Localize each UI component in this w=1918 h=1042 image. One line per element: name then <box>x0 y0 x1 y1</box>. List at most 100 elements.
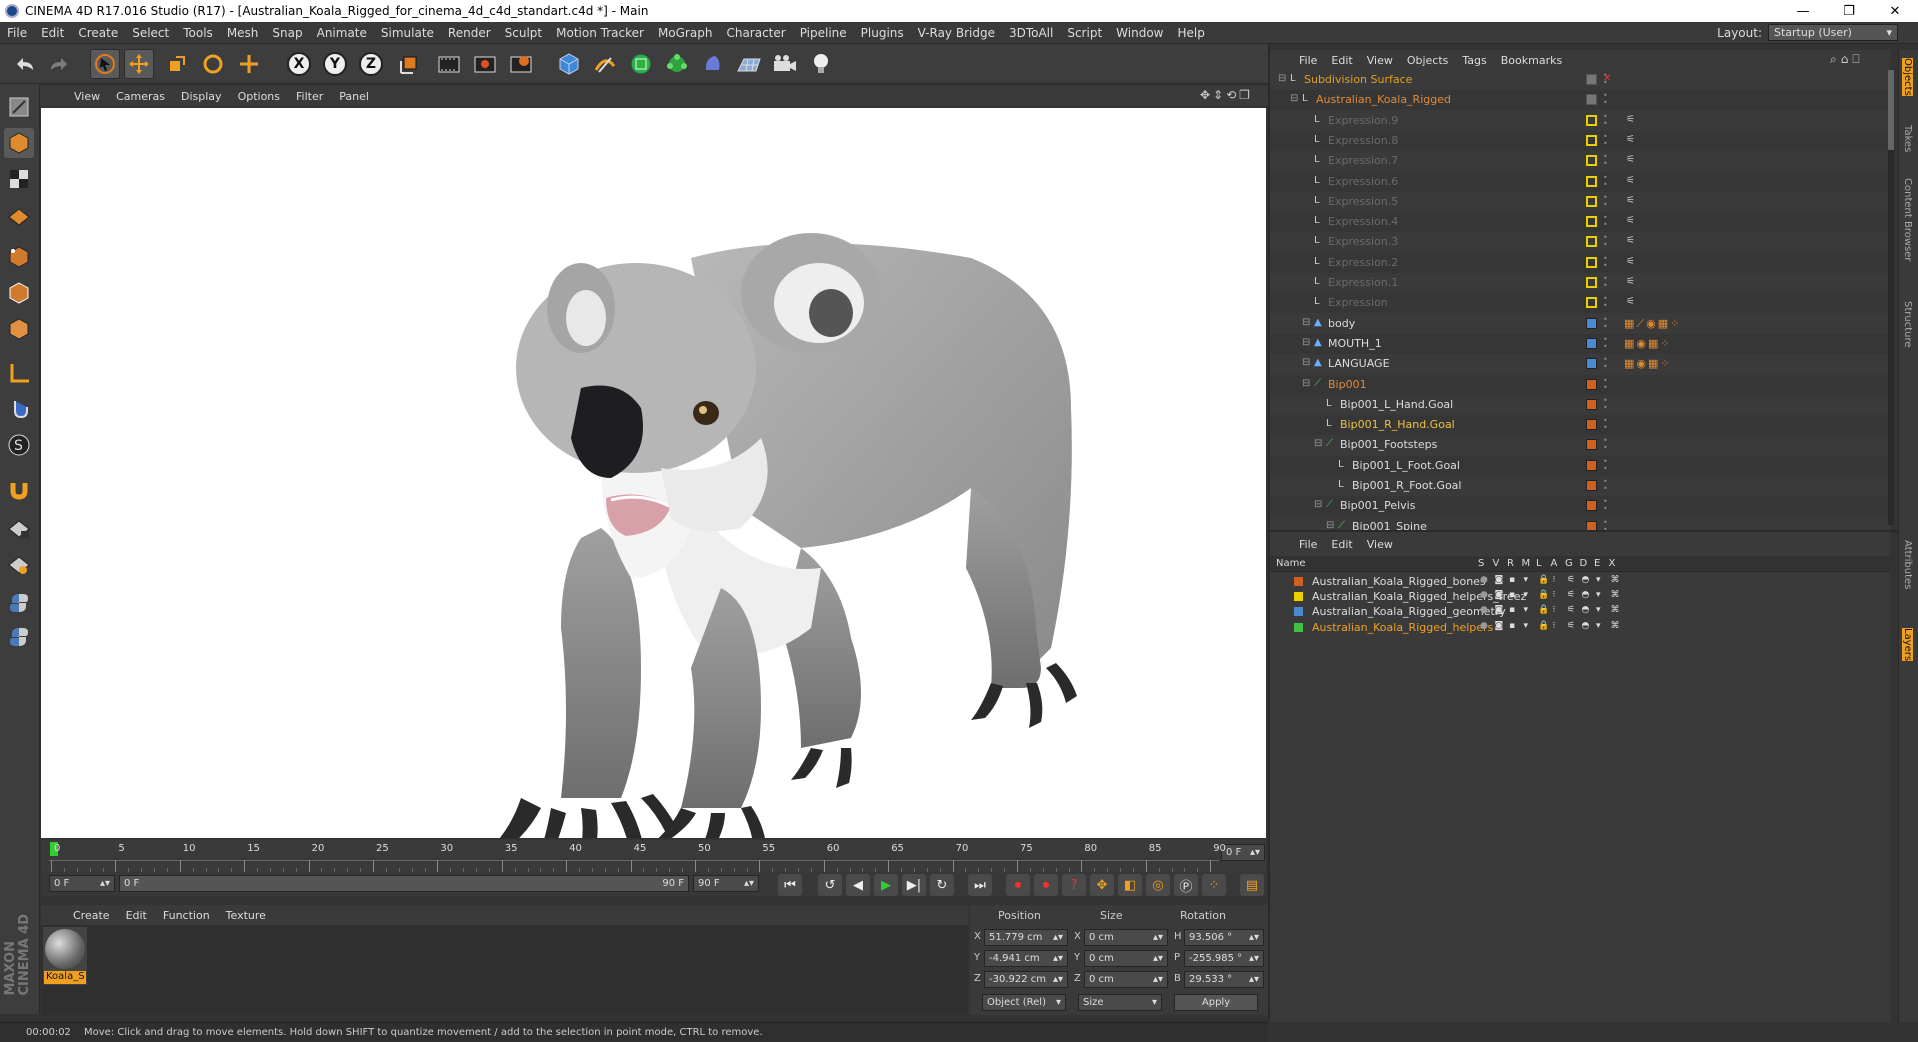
object-row[interactable]: L Expression.7 • • ⚟ <box>1270 151 1890 171</box>
expand-toggle-icon[interactable]: ⊟ <box>1314 499 1322 510</box>
visibility-dots-icon[interactable]: • • <box>1603 396 1608 411</box>
texture-mode-icon[interactable] <box>4 164 34 194</box>
object-name[interactable]: Expression.8 <box>1328 134 1398 147</box>
layer-flag-icon[interactable]: ▾ <box>1596 621 1601 631</box>
object-row[interactable]: L Bip001_L_Foot.Goal • • <box>1270 455 1890 476</box>
record-scale-icon[interactable]: ◧ <box>1118 874 1142 896</box>
next-keyframe-icon[interactable]: ↻ <box>930 874 954 896</box>
z-axis-lock-button[interactable]: Z <box>356 49 386 79</box>
previous-keyframe-icon[interactable]: ↺ <box>818 874 842 896</box>
viewport-navigation-icons[interactable]: ✥⇕⟲❐ <box>1200 88 1253 102</box>
visibility-dots-icon[interactable]: • • <box>1603 275 1608 290</box>
objmenu-item-bookmarks[interactable]: Bookmarks <box>1494 54 1569 67</box>
layer-flag-icon[interactable]: ▾ <box>1524 575 1529 585</box>
python-console-icon[interactable] <box>4 622 34 652</box>
layer-flag-icon[interactable]: ◙ <box>1495 575 1504 585</box>
menubar-item-render[interactable]: Render <box>441 26 498 40</box>
menubar-item-tools[interactable]: Tools <box>176 26 220 40</box>
timeline-ruler[interactable]: 0 F ▴▾ 0 5 10 15 20 25 30 35 40 45 50 55 60 65 70 75 80 85… <box>41 840 1266 876</box>
object-name[interactable]: Subdivision Surface <box>1304 73 1412 86</box>
objmenu-item-edit[interactable]: Edit <box>1324 54 1359 67</box>
viewmenu-item-display[interactable]: Display <box>173 90 230 103</box>
record-position-icon[interactable]: ✥ <box>1090 874 1114 896</box>
light-icon[interactable] <box>806 49 836 79</box>
recent-tools-icon[interactable] <box>234 49 264 79</box>
size-mode-dropdown[interactable]: Size ▾ <box>1078 994 1162 1011</box>
viewmenu-item-panel[interactable]: Panel <box>331 90 377 103</box>
object-row[interactable]: L Expression.5 • • ⚟ <box>1270 192 1890 212</box>
layer-color-swatch[interactable] <box>1586 216 1597 228</box>
visibility-dots-icon[interactable]: • • <box>1603 518 1608 530</box>
magnet-icon[interactable] <box>4 474 34 504</box>
menubar-item-mograph[interactable]: MoGraph <box>651 26 720 40</box>
layer-color-swatch[interactable] <box>1586 74 1597 85</box>
live-selection-icon[interactable] <box>90 49 120 79</box>
object-name[interactable]: Expression.4 <box>1328 215 1398 228</box>
expression-tag-icon[interactable]: ⚟ <box>1626 134 1635 145</box>
viewmenu-item-view[interactable]: View <box>66 90 108 103</box>
layer-flag-icon[interactable]: ⁝ <box>1553 605 1556 615</box>
layer-row[interactable]: Australian_Koala_Rigged_geometry ● ◙ ▪ ▾ 🔒 ⁝ ⚟ ◓… <box>1270 604 1890 619</box>
layer-name[interactable]: Australian_Koala_Rigged_bones <box>1312 575 1486 588</box>
object-row[interactable]: ⊟ L Australian_Koala_Rigged • • <box>1270 90 1890 111</box>
menubar-item-3dtoall[interactable]: 3DToAll <box>1002 26 1060 40</box>
object-name[interactable]: Bip001_Footsteps <box>1340 438 1437 451</box>
object-row[interactable]: L Bip001_R_Hand.Goal • • <box>1270 415 1890 436</box>
visibility-dots-icon[interactable]: • • <box>1603 315 1608 330</box>
layer-color-swatch[interactable] <box>1586 134 1597 146</box>
rotation-field[interactable]: 93.506 ° ▴▾ <box>1184 929 1264 946</box>
visibility-dots-icon[interactable]: • • <box>1603 193 1608 208</box>
layer-flag-icon[interactable]: 🔒 <box>1538 575 1549 585</box>
menubar-item-simulate[interactable]: Simulate <box>374 26 441 40</box>
visibility-dots-icon[interactable]: • • <box>1603 92 1608 107</box>
apply-button[interactable]: Apply <box>1174 994 1258 1011</box>
layer-flag-icon[interactable]: ◓ <box>1582 575 1590 585</box>
workplane-mode-icon[interactable] <box>4 200 34 230</box>
layer-flag-icon[interactable]: ◙ <box>1495 590 1504 600</box>
layer-flag-icon[interactable]: 🔒 <box>1538 621 1549 631</box>
keyframe-selection-icon[interactable]: ? <box>1062 874 1086 896</box>
layer-flag-icon[interactable]: 🔒 <box>1538 605 1549 615</box>
array-generator-icon[interactable] <box>662 49 692 79</box>
layer-row[interactable]: Australian_Koala_Rigged_bones ● ◙ ▪ ▾ 🔒 ⁝ ⚟ ◓ ▾ ⌘ <box>1270 574 1890 589</box>
expression-tag-icon[interactable]: ⚟ <box>1626 276 1635 287</box>
menubar-item-snap[interactable]: Snap <box>265 26 309 40</box>
tweak-mode-icon[interactable] <box>4 394 34 424</box>
pen-spline-icon[interactable] <box>590 49 620 79</box>
layer-color-swatch[interactable] <box>1586 520 1597 530</box>
expression-tag-icon[interactable]: ⚟ <box>1626 256 1635 267</box>
object-name[interactable]: Expression.9 <box>1328 114 1398 127</box>
position-field[interactable]: -30.922 cm ▴▾ <box>984 971 1068 988</box>
position-field[interactable]: 51.779 cm ▴▾ <box>984 929 1068 946</box>
polygon-mode-icon[interactable] <box>4 314 34 344</box>
visibility-dots-icon[interactable]: • • <box>1603 437 1608 452</box>
layer-flag-icon[interactable]: 🔒 <box>1538 590 1549 600</box>
undo-icon[interactable] <box>10 49 40 79</box>
layer-color-swatch[interactable] <box>1294 622 1303 632</box>
menubar-item-window[interactable]: Window <box>1109 26 1170 40</box>
layer-color-swatch[interactable] <box>1294 607 1303 617</box>
layer-color-swatch[interactable] <box>1586 378 1597 390</box>
object-name[interactable]: Expression <box>1328 296 1388 309</box>
visibility-dots-icon[interactable]: • • <box>1603 335 1608 350</box>
disabled-x-icon[interactable]: ✕ <box>1603 73 1611 84</box>
expression-tag-icon[interactable]: ⚟ <box>1626 215 1635 226</box>
deformer-icon[interactable] <box>698 49 728 79</box>
layermenu-item-edit[interactable]: Edit <box>1324 538 1359 551</box>
object-name[interactable]: Bip001_R_Hand.Goal <box>1340 418 1455 431</box>
layer-flag-icon[interactable]: ⌘ <box>1611 575 1620 585</box>
menubar-item-script[interactable]: Script <box>1060 26 1109 40</box>
expand-toggle-icon[interactable]: ⊟ <box>1314 438 1322 449</box>
object-row[interactable]: L Expression.9 • • ⚟ <box>1270 111 1890 131</box>
3d-viewport[interactable] <box>41 108 1266 838</box>
objmenu-item-tags[interactable]: Tags <box>1455 54 1493 67</box>
next-frame-icon[interactable]: ▶| <box>902 874 926 896</box>
object-name[interactable]: Expression.3 <box>1328 235 1398 248</box>
layer-flag-icon[interactable]: ⚟ <box>1567 590 1575 600</box>
go-to-start-icon[interactable]: ⏮ <box>778 874 802 896</box>
right-tab[interactable]: Content Browser <box>1902 178 1913 261</box>
record-point-level-icon[interactable]: ⁘ <box>1202 874 1226 896</box>
object-name[interactable]: Bip001_Pelvis <box>1340 499 1415 512</box>
layer-flag-icon[interactable]: ▪ <box>1509 621 1515 631</box>
expand-toggle-icon[interactable]: ⊟ <box>1278 73 1286 84</box>
